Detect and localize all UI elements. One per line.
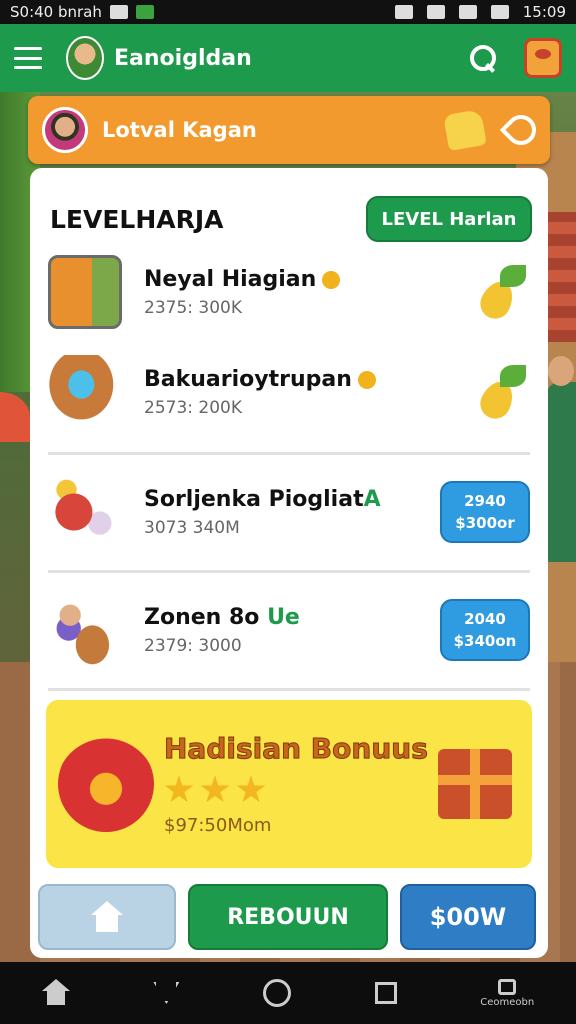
bottom-buttons: REBOUUN $00W	[38, 884, 540, 950]
level-card: LEVELHARJA LEVEL Harlan Neyal Hiagian 23…	[30, 168, 548, 958]
list-item[interactable]: Zonen 8o Ue 2379: 3000 2040 $340on	[48, 580, 530, 680]
list-item[interactable]: Bakuarioytrupan 2573: 200K	[48, 342, 530, 442]
status-left-text: S0:40 bnrah	[10, 3, 102, 21]
item-name: Zonen 8o Ue	[144, 604, 300, 630]
status-time: 15:09	[522, 3, 566, 21]
item-sub: 3073 340M	[144, 517, 240, 538]
food-plate-icon	[48, 475, 122, 549]
divider	[48, 688, 530, 691]
app-bar: Eanoigldan	[0, 24, 576, 92]
nav-recents-icon[interactable]	[374, 982, 397, 1004]
gift-icon[interactable]	[438, 749, 512, 819]
star-icon	[164, 775, 194, 803]
item-name: Sorljenka PiogliatA	[144, 486, 381, 512]
profile-banner[interactable]: Lotval Kagan	[28, 96, 550, 164]
nav-corner-label: Ceomeobn	[480, 996, 535, 1008]
lock-icon	[498, 978, 517, 995]
wifi-icon	[458, 5, 477, 19]
now-button[interactable]: $00W	[400, 884, 536, 950]
banner-title: Lotval Kagan	[102, 118, 257, 142]
app-notification-icon	[135, 5, 154, 19]
star-icon	[200, 775, 230, 803]
mascot-icon	[58, 736, 154, 832]
item-name: Neyal Hiagian	[144, 267, 341, 292]
vegetable-icon[interactable]	[478, 363, 530, 421]
bonus-panel[interactable]: Hadisian Bonuus $97:50Mom	[46, 700, 532, 868]
item-sub: 2375: 300K	[144, 297, 242, 318]
signal-icon	[426, 5, 445, 19]
basket-icon[interactable]	[524, 38, 562, 78]
level-button[interactable]: LEVEL Harlan	[366, 196, 532, 242]
hand-icon[interactable]	[443, 108, 487, 152]
bonus-sub: $97:50Mom	[164, 815, 272, 836]
coin-icon	[357, 370, 376, 389]
system-nav-bar: Ceomeobn	[0, 962, 576, 1024]
list-item[interactable]: Sorljenka PiogliatA 3073 340M 2940 $300o…	[48, 462, 530, 562]
profile-avatar	[42, 107, 88, 153]
menu-icon[interactable]	[14, 47, 42, 69]
umbrella	[0, 392, 30, 442]
app-title: Eanoigldan	[114, 45, 252, 71]
nav-lock-button[interactable]: Ceomeobn	[480, 978, 535, 1008]
reward-badge[interactable]: 2040 $340on	[440, 599, 530, 661]
avatar[interactable]	[66, 36, 104, 80]
divider	[48, 452, 530, 455]
reward-badge[interactable]: 2940 $300or	[440, 481, 530, 543]
card-title: LEVELHARJA	[50, 204, 224, 234]
reboun-button[interactable]: REBOUUN	[188, 884, 388, 950]
vegetable-icon[interactable]	[478, 263, 530, 321]
notification-icon	[109, 5, 128, 19]
nav-home-circle-icon[interactable]	[263, 979, 292, 1007]
cook-icon	[48, 593, 122, 667]
item-sub: 2573: 200K	[144, 397, 242, 418]
share-arrow-icon[interactable]	[499, 108, 543, 152]
item-sub: 2379: 3000	[144, 635, 242, 656]
nav-home-icon[interactable]	[41, 979, 70, 1007]
coin-icon	[322, 270, 341, 289]
star-rating	[164, 775, 428, 805]
battery-icon	[490, 5, 509, 19]
background-person	[546, 356, 576, 562]
item-name: Bakuarioytrupan	[144, 367, 376, 392]
bowl-icon	[48, 355, 122, 429]
search-icon[interactable]	[468, 43, 498, 73]
list-item[interactable]: Neyal Hiagian 2375: 300K	[48, 242, 530, 342]
bonus-title: Hadisian Bonuus	[164, 732, 429, 766]
home-icon	[89, 901, 125, 933]
home-button[interactable]	[38, 884, 176, 950]
settings-status-icon	[394, 5, 413, 19]
divider	[48, 570, 530, 573]
nav-back-icon[interactable]	[153, 982, 180, 1004]
box-icon	[48, 255, 122, 329]
status-bar: S0:40 bnrah 15:09	[0, 0, 576, 24]
star-icon	[236, 775, 266, 803]
